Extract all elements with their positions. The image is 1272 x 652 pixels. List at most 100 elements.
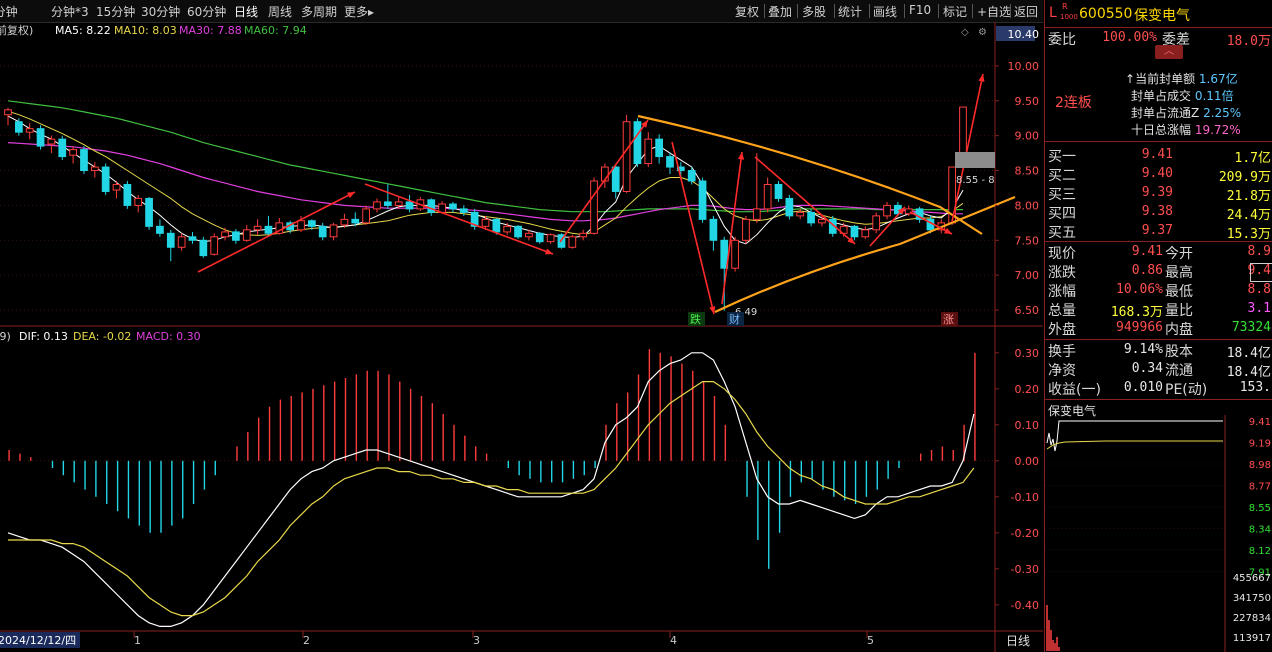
kline-chart[interactable]: 前复权) MA5: 8.22 MA10: 8.03 MA30: 7.88 MA6… [0,22,1043,652]
tab-more[interactable]: 更多▸ [344,3,374,20]
intraday-mini-chart[interactable]: 9.419.198.988.778.558.348.127.9145566734… [1045,415,1272,652]
bid-row[interactable]: 买一 9.41 1.7亿 [1045,146,1272,166]
arrow-head [641,120,648,128]
quote-label: 内盘 [1165,322,1193,338]
candle-down [666,156,674,168]
stock-header: L R 1000 600550 保变电气 [1045,2,1272,26]
candle-down [807,211,815,224]
divider [797,4,798,18]
candle-down [232,231,240,241]
bid-row[interactable]: 买五 9.37 15.3万 [1045,222,1272,242]
tab-1min-x3[interactable]: 分钟*3 [51,3,89,20]
mini-volume-tick: 455667 [1233,573,1271,584]
macd-tick-label: -0.30 [1011,563,1039,576]
bid-label: 买二 [1048,168,1076,184]
quote-label: 涨幅 [1048,284,1076,300]
candle-up [622,121,631,192]
arrow-head [978,74,985,82]
candle-up [394,201,403,206]
mini-volume-tick: 341750 [1233,593,1271,604]
tab-multi-period[interactable]: 多周期 [301,3,337,20]
bid-price: 9.38 [1141,204,1173,219]
candle-up [4,109,12,116]
month-label-3: 3 [473,634,480,647]
mini-price-tick: 9.19 [1249,439,1271,450]
tab-15min[interactable]: 15分钟 [96,3,135,20]
back-button[interactable]: 返回 [1014,3,1038,20]
quote-row: 涨幅 10.06% 最低 8.8 [1045,281,1272,300]
price-tick-label: 8.50 [1015,165,1040,178]
zhang-marker-text: 涨 [943,313,954,326]
dif-line [7,352,975,628]
statistics-button[interactable]: 统计 [838,3,862,20]
divider [869,4,870,18]
collapse-toggle[interactable]: ︿ [1155,45,1183,59]
candle-up [568,236,577,248]
tab-weekly[interactable]: 周线 [268,3,292,20]
candle-up [47,138,56,145]
candle-up [69,149,77,156]
ten-day-gain-value: 19.72% [1194,123,1241,137]
macd-tick-label: -0.40 [1011,599,1039,612]
fundamental-label: 流通 [1165,363,1193,379]
macd-tick-label: 0.10 [1015,419,1040,432]
tab-5min[interactable]: 5分钟 [0,3,18,20]
candle-down [156,225,164,234]
quote-label: 总量 [1048,303,1076,319]
fundamental-label: 股本 [1165,344,1193,360]
bid-row[interactable]: 买三 9.39 21.8万 [1045,184,1272,204]
divider [1045,27,1272,28]
candle-up [590,180,598,234]
dea-line [8,381,975,617]
candle-down [80,149,88,172]
quote-row: 总量 168.3万 量比 3.1 [1045,300,1272,320]
fundamental-row: 换手 9.14% 股本 18.4亿 [1045,341,1272,361]
macd-label: MACD: 0.30 [136,330,201,343]
candle-up [861,229,870,238]
tab-30min[interactable]: 30分钟 [141,3,180,20]
period-label[interactable]: 日线 [1006,634,1030,648]
bid-row[interactable]: 买二 9.40 209.9万 [1045,165,1272,185]
macd-tick-label: -0.10 [1011,491,1039,504]
bid-price: 9.39 [1141,185,1173,200]
fundamental-value: 18.4亿 [1226,346,1271,361]
draw-line-button[interactable]: 画线 [873,3,897,20]
quote-row: 外盘 949966 内盘 73324 [1045,319,1272,338]
stock-name: 保变电气 [1134,8,1190,24]
quote-value: 73324 [1231,320,1271,335]
candle-up [340,218,349,226]
lianban-label: 2连板 [1055,95,1092,111]
arrow-head [737,152,745,160]
candle-up [883,204,891,217]
candle-down [307,220,316,227]
overlay-button[interactable]: 叠加 [768,3,792,20]
candle-down [774,183,783,199]
candle-down [698,180,707,220]
annotation-arrow [671,141,715,315]
add-watchlist-button[interactable]: +自选 [977,3,1011,20]
quote-value: 3.1 [1247,301,1271,316]
multi-stock-button[interactable]: 多股 [802,3,826,20]
tab-60min[interactable]: 60分钟 [187,3,226,20]
diamond-icon[interactable]: ◇ [961,27,969,38]
fuquan-button[interactable]: 复权 [735,3,759,20]
ten-day-gain-label: 十日总涨幅 [1131,123,1192,137]
candle-up [112,183,121,191]
macd-panel [7,349,976,628]
seal-float-label: 封单占流通Z [1131,106,1200,120]
bid-row[interactable]: 买四 9.38 24.4万 [1045,203,1272,223]
candle-up [742,218,750,241]
mini-price-tick: 8.98 [1249,460,1271,471]
tab-daily[interactable]: 日线 [234,3,258,20]
seal-float: 封单占流通Z 2.25% [1131,104,1241,121]
f10-button[interactable]: F10 [909,3,931,17]
divider [972,4,973,18]
divider [1045,399,1272,400]
gear-icon[interactable]: ⚙ [978,27,987,38]
mark-button[interactable]: 标记 [943,3,967,20]
fundamental-label: 收益(一) [1048,382,1101,398]
candle-up [25,128,34,133]
weibi-value: 100.00% [1102,30,1157,45]
quote-label: 涨跌 [1048,265,1076,281]
candle-up [644,138,653,165]
